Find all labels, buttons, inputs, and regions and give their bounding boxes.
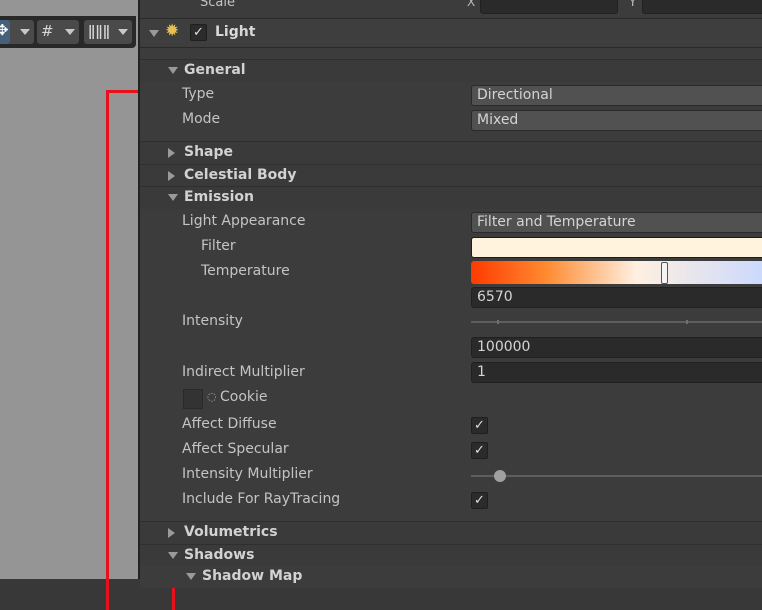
affect-diffuse-row: Affect Diffuse ✓ [140, 413, 762, 438]
light-appearance-dropdown[interactable]: Filter and Temperature [471, 212, 762, 233]
intensity-value-row: 100000 [140, 336, 762, 361]
scale-row: Scale X Y [140, 0, 762, 16]
inspector-panel: Scale X Y ✹ ✓ Light General Type Directi… [140, 0, 762, 588]
affect-diffuse-checkbox[interactable]: ✓ [471, 417, 488, 434]
scale-label: Scale [200, 0, 235, 10]
chevron-down-icon [65, 29, 75, 35]
type-row: Type Directional [140, 83, 762, 108]
intensity-slider-tick [497, 320, 499, 324]
foldout-arrow-icon[interactable] [168, 171, 175, 181]
filter-row: Filter [140, 235, 762, 260]
include-raytracing-checkbox[interactable]: ✓ [471, 492, 488, 509]
temperature-slider-thumb[interactable] [661, 262, 668, 284]
light-appearance-row: Light Appearance Filter and Temperature [140, 210, 762, 235]
component-title: Light [215, 24, 256, 40]
indirect-multiplier-input[interactable]: 1 [471, 362, 762, 383]
foldout-arrow-icon[interactable] [168, 194, 178, 201]
scene-toolbar: ✥ # ǁǁǁ [0, 16, 136, 48]
section-general[interactable]: General [140, 59, 762, 82]
foldout-arrow-icon[interactable] [168, 67, 178, 74]
intensity-row: Intensity [140, 310, 762, 335]
move-gizmo-icon: ✥ [0, 20, 10, 44]
type-label: Type [182, 86, 215, 102]
grid-snap-icon: # [41, 22, 54, 40]
intensity-slider-tick [686, 320, 688, 324]
section-volumetrics[interactable]: Volumetrics [140, 521, 762, 544]
scene-view[interactable]: ✥ # ǁǁǁ [0, 0, 175, 610]
mode-dropdown[interactable]: Mixed [471, 110, 762, 131]
foldout-arrow-icon[interactable] [149, 30, 159, 37]
section-shape[interactable]: Shape [140, 141, 762, 164]
light-component-header[interactable]: ✹ ✓ Light [140, 18, 762, 48]
temperature-label: Temperature [201, 263, 290, 279]
cookie-row: ◌ Cookie [140, 386, 762, 411]
indirect-multiplier-label: Indirect Multiplier [182, 364, 305, 380]
mode-row: Mode Mixed [140, 108, 762, 133]
increment-snap-button[interactable]: ǁǁǁ [84, 20, 132, 44]
intensity-label: Intensity [182, 313, 243, 329]
intensity-multiplier-row: Intensity Multiplier [140, 463, 762, 488]
section-shadows[interactable]: Shadows [140, 544, 762, 567]
include-raytracing-label: Include For RayTracing [182, 491, 341, 507]
include-raytracing-row: Include For RayTracing ✓ [140, 488, 762, 513]
filter-label: Filter [201, 238, 236, 254]
section-emission[interactable]: Emission [140, 186, 762, 209]
temperature-row: Temperature [140, 260, 762, 285]
affect-diffuse-label: Affect Diffuse [182, 416, 277, 432]
affect-specular-checkbox[interactable]: ✓ [471, 442, 488, 459]
light-component-icon: ✹ [165, 21, 180, 41]
light-appearance-label: Light Appearance [182, 213, 306, 229]
foldout-arrow-icon[interactable] [168, 552, 178, 559]
cookie-texture-icon: ◌ [207, 390, 217, 403]
intensity-slider[interactable] [471, 321, 762, 323]
component-enabled-checkbox[interactable]: ✓ [190, 24, 207, 41]
intensity-multiplier-slider-thumb[interactable] [494, 470, 506, 482]
section-celestial-body[interactable]: Celestial Body [140, 164, 762, 187]
cookie-texture-slot[interactable] [183, 389, 203, 409]
temperature-slider[interactable] [471, 261, 762, 284]
type-dropdown[interactable]: Directional [471, 85, 762, 106]
filter-color-field[interactable] [471, 237, 762, 258]
scale-x-field[interactable]: X [467, 0, 618, 14]
chevron-down-icon [20, 29, 30, 35]
affect-specular-label: Affect Specular [182, 441, 289, 457]
chevron-down-icon [118, 29, 128, 35]
affect-specular-row: Affect Specular ✓ [140, 438, 762, 463]
gizmo-toggle-button[interactable]: ✥ [0, 20, 34, 44]
temperature-value-row: 6570 [140, 286, 762, 311]
grid-snap-button[interactable]: # [37, 20, 79, 44]
mode-label: Mode [182, 111, 221, 127]
cookie-label: Cookie [220, 389, 268, 405]
ruler-increment-icon: ǁǁǁ [88, 22, 111, 40]
temperature-input[interactable]: 6570 [471, 287, 762, 308]
intensity-multiplier-label: Intensity Multiplier [182, 466, 313, 482]
intensity-multiplier-slider[interactable] [471, 475, 762, 477]
intensity-input[interactable]: 100000 [471, 337, 762, 358]
foldout-arrow-icon[interactable] [168, 148, 175, 158]
indirect-multiplier-row: Indirect Multiplier 1 [140, 361, 762, 386]
section-shadow-map[interactable]: Shadow Map [140, 566, 762, 588]
foldout-arrow-icon[interactable] [168, 528, 175, 538]
scale-y-field[interactable]: Y [629, 0, 762, 14]
